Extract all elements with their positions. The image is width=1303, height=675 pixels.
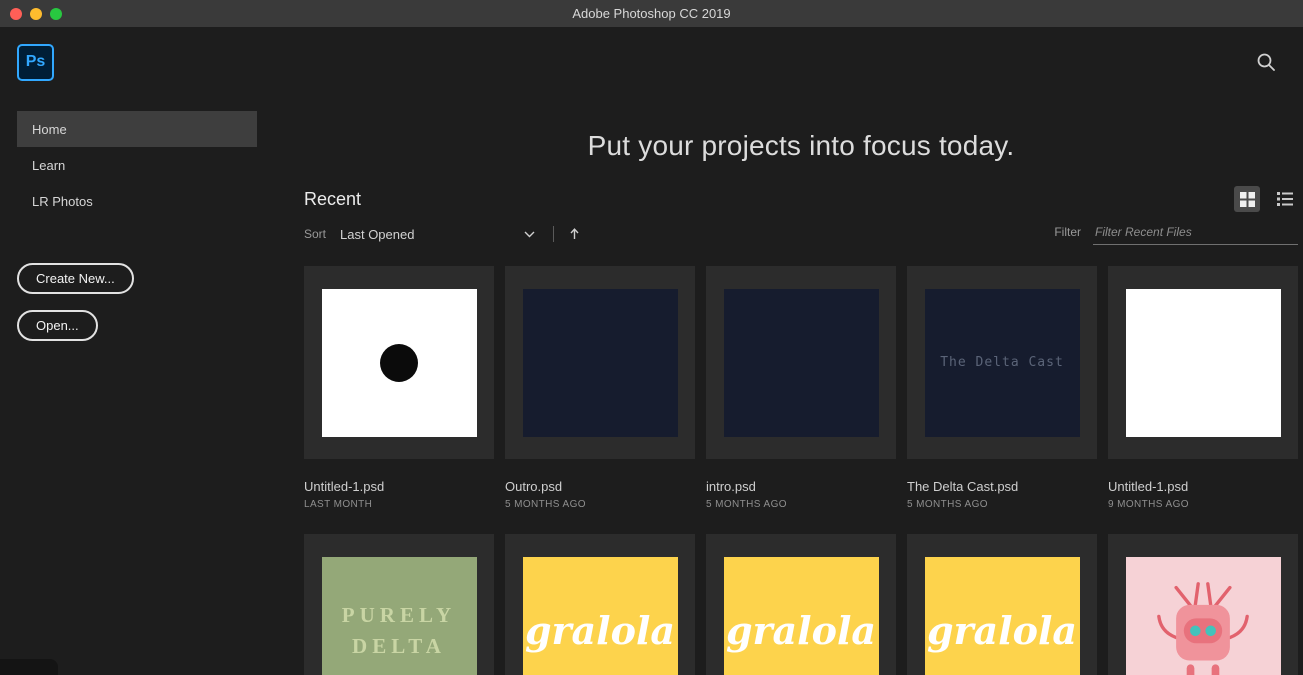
- bottom-left-overlay: [0, 659, 58, 675]
- close-button[interactable]: [10, 8, 22, 20]
- recent-file-card[interactable]: gralola: [505, 534, 695, 675]
- file-date: LAST MONTH: [304, 499, 373, 510]
- filter-group: Filter: [1054, 223, 1298, 245]
- sort-value: Last Opened: [340, 226, 415, 242]
- file-date: 5 MONTHS AGO: [706, 499, 787, 510]
- view-toggle: [1234, 186, 1298, 212]
- file-thumbnail: [522, 288, 678, 437]
- file-name: Untitled-1.psd: [1108, 479, 1189, 494]
- filter-label: Filter: [1054, 225, 1081, 239]
- window-title: Adobe Photoshop CC 2019: [572, 6, 731, 21]
- search-button[interactable]: [1255, 51, 1277, 73]
- recent-file-card[interactable]: PURELY DELTA: [304, 534, 494, 675]
- recent-file-card[interactable]: The Delta Cast The Delta Cast.psd 5 MONT…: [907, 266, 1097, 510]
- thumbnail-circle: [380, 343, 418, 382]
- recent-section-title: Recent: [304, 188, 362, 209]
- file-thumbnail: gralola: [522, 556, 678, 675]
- sort-label: Sort: [304, 227, 327, 241]
- file-card-background: [505, 266, 695, 459]
- recent-file-card[interactable]: Untitled-1.psd LAST MONTH: [304, 266, 494, 510]
- robot-illustration: [1157, 581, 1249, 675]
- recent-file-card[interactable]: Outro.psd 5 MONTHS AGO: [505, 266, 695, 510]
- file-date: 5 MONTHS AGO: [505, 499, 586, 510]
- file-card-background: [1108, 266, 1298, 459]
- file-thumbnail: [1125, 556, 1281, 675]
- file-card-background: gralola: [907, 534, 1097, 675]
- sort-direction-button[interactable]: [570, 228, 579, 240]
- file-thumbnail: PURELY DELTA: [321, 556, 477, 675]
- recent-file-card[interactable]: gralola: [907, 534, 1097, 675]
- sidebar-item-learn[interactable]: Learn: [17, 147, 257, 183]
- app-header: Ps: [0, 27, 1303, 97]
- recent-file-card[interactable]: [1108, 534, 1298, 675]
- thumbnail-text: gralola: [725, 608, 877, 653]
- sort-dropdown[interactable]: Last Opened: [340, 227, 535, 242]
- grid-view-button[interactable]: [1234, 186, 1260, 212]
- file-card-background: [304, 266, 494, 459]
- open-button[interactable]: Open...: [17, 310, 98, 341]
- thumbnail-text: gralola: [524, 608, 676, 653]
- file-date: 5 MONTHS AGO: [907, 499, 988, 510]
- file-thumbnail: [321, 288, 477, 437]
- recent-header-row: Recent: [304, 186, 1298, 212]
- file-name: intro.psd: [706, 479, 756, 494]
- recent-file-card[interactable]: gralola: [706, 534, 896, 675]
- thumbnail-text: The Delta Cast: [940, 355, 1064, 370]
- file-date: 9 MONTHS AGO: [1108, 499, 1189, 510]
- traffic-lights: [10, 8, 62, 20]
- file-card-background: The Delta Cast: [907, 266, 1097, 459]
- sort-filter-row: Sort Last Opened Filter: [304, 222, 1298, 246]
- content-area: Home Learn LR Photos Create New... Open.…: [0, 97, 1303, 675]
- main-panel: Put your projects into focus today. Rece…: [280, 97, 1303, 675]
- sidebar-buttons: Create New... Open...: [17, 263, 280, 341]
- file-name: Outro.psd: [505, 479, 563, 494]
- create-new-button[interactable]: Create New...: [17, 263, 134, 294]
- recent-file-card[interactable]: intro.psd 5 MONTHS AGO: [706, 266, 896, 510]
- hero-title: Put your projects into focus today.: [587, 130, 1015, 161]
- file-thumbnail: The Delta Cast: [924, 288, 1080, 437]
- zoom-button[interactable]: [50, 8, 62, 20]
- file-name: Untitled-1.psd: [304, 479, 385, 494]
- minimize-button[interactable]: [30, 8, 42, 20]
- recent-grid: Untitled-1.psd LAST MONTH Outro.psd 5 MO…: [304, 266, 1298, 675]
- photoshop-logo: Ps: [17, 43, 54, 81]
- sidebar-item-home[interactable]: Home: [17, 111, 257, 147]
- arrow-up-icon: [570, 228, 579, 239]
- sidebar-item-label: LR Photos: [32, 193, 93, 209]
- sidebar-item-lr-photos[interactable]: LR Photos: [17, 183, 257, 219]
- file-card-background: [1108, 534, 1298, 675]
- file-thumbnail: gralola: [924, 556, 1080, 675]
- sidebar: Home Learn LR Photos Create New... Open.…: [0, 97, 280, 675]
- file-card-background: PURELY DELTA: [304, 534, 494, 675]
- file-card-background: gralola: [505, 534, 695, 675]
- grid-view-icon: [1239, 191, 1255, 207]
- file-card-background: [706, 266, 896, 459]
- file-thumbnail: [1125, 288, 1281, 437]
- file-thumbnail: [723, 288, 879, 437]
- recent-file-card[interactable]: Untitled-1.psd 9 MONTHS AGO: [1108, 266, 1298, 510]
- chevron-down-icon: [524, 231, 535, 237]
- file-card-background: gralola: [706, 534, 896, 675]
- filter-input[interactable]: [1093, 223, 1298, 245]
- file-name: The Delta Cast.psd: [907, 479, 1019, 494]
- titlebar: Adobe Photoshop CC 2019: [0, 0, 1303, 27]
- search-icon: [1257, 53, 1275, 71]
- thumbnail-text: gralola: [926, 608, 1078, 653]
- sidebar-item-label: Learn: [32, 157, 66, 173]
- list-view-button[interactable]: [1272, 186, 1298, 212]
- thumbnail-text: PURELY DELTA: [341, 603, 457, 658]
- list-view-icon: [1277, 192, 1293, 206]
- sidebar-item-label: Home: [32, 121, 67, 137]
- file-thumbnail: gralola: [723, 556, 879, 675]
- divider: [553, 226, 555, 242]
